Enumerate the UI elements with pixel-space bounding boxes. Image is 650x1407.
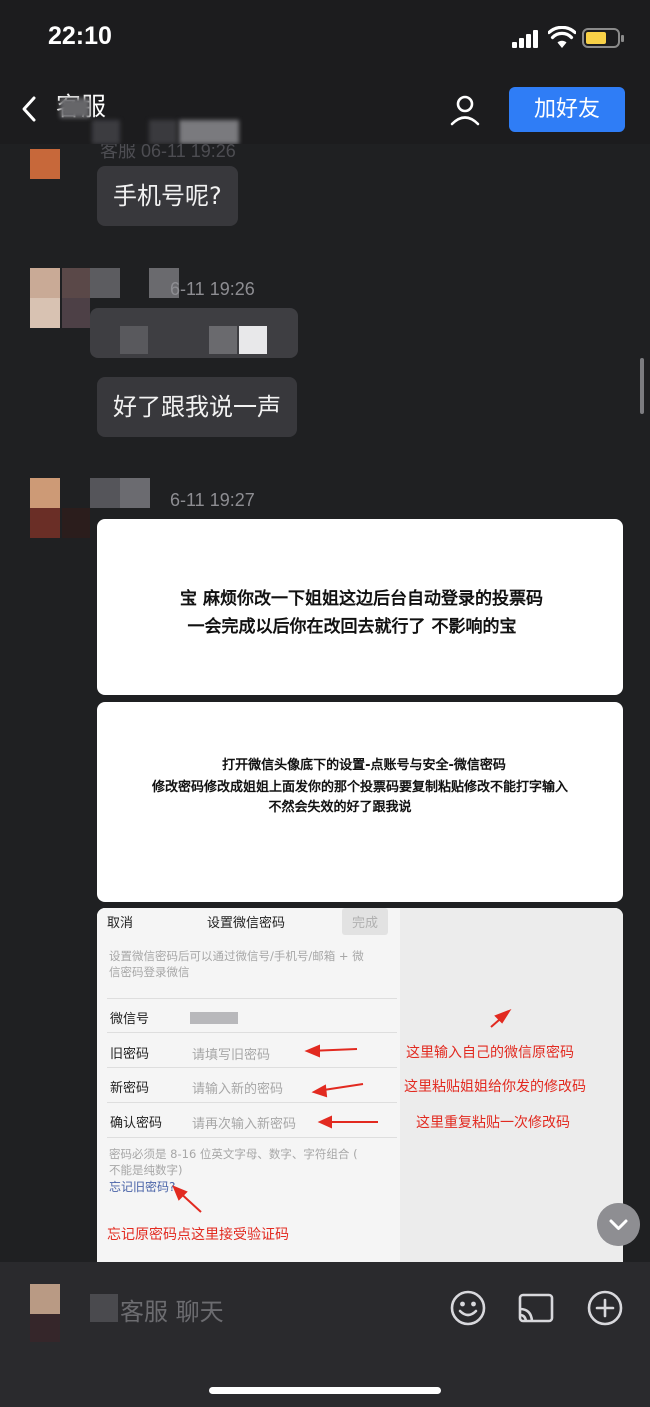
back-icon[interactable] — [18, 94, 40, 124]
avatar[interactable] — [30, 144, 60, 180]
image-message-2[interactable]: 打开微信头像底下的设置-点账号与安全-微信密码 修改密码修改成姐姐上面发你的那个… — [97, 702, 623, 902]
avatar — [30, 1314, 60, 1342]
blurred-name — [120, 478, 150, 508]
status-bar: 22:10 — [0, 0, 650, 76]
message-input-bar: 客服 聊天 — [0, 1262, 650, 1407]
message-meta: 6-11 19:27 — [170, 490, 255, 510]
blurred-name — [62, 298, 90, 328]
add-friend-button[interactable]: 加好友 — [509, 87, 625, 132]
plus-icon[interactable] — [586, 1289, 624, 1327]
nav-bar: 客服 加好友 — [0, 76, 650, 144]
home-indicator — [209, 1387, 441, 1394]
emoji-icon[interactable] — [449, 1289, 487, 1327]
battery-icon — [582, 28, 624, 48]
image-text: 一会完成以后你在改回去就行了 不影响的宝 — [187, 617, 517, 637]
image-message-3[interactable]: 取消 设置微信密码 完成 设置微信密码后可以通过微信号/手机号/邮箱 + 微 信… — [97, 908, 623, 1262]
chevron-down-icon[interactable] — [597, 1203, 640, 1246]
avatar[interactable] — [30, 268, 60, 328]
blurred-name — [60, 98, 90, 118]
screen-cast-icon[interactable] — [517, 1289, 555, 1327]
wifi-icon — [548, 26, 576, 48]
scroll-indicator[interactable] — [640, 358, 644, 414]
chat-message-list[interactable]: 客服 06-11 19:26 手机号呢? 6-11 19:26 好了跟我说一声 … — [0, 144, 650, 1262]
blurred-name — [90, 1294, 118, 1322]
message-meta: 6-11 19:26 — [170, 279, 255, 299]
image-text: 修改密码修改成姐姐上面发你的那个投票码要复制粘贴修改不能打字输入 — [151, 780, 568, 795]
signal-icon — [512, 30, 542, 48]
blurred-name — [90, 268, 120, 298]
image-message-1[interactable]: 宝 麻烦你改一下姐姐这边后台自动登录的投票码 一会完成以后你在改回去就行了 不影… — [97, 519, 623, 695]
avatar[interactable] — [30, 478, 60, 538]
blurred-name — [62, 268, 90, 298]
blurred-name — [90, 478, 120, 508]
blurred-name — [179, 120, 239, 144]
avatar — [30, 1284, 60, 1314]
message-meta: 客服 06-11 19:26 — [100, 144, 236, 161]
profile-icon[interactable] — [448, 93, 482, 127]
status-time: 22:10 — [48, 22, 112, 50]
blurred-name — [62, 508, 90, 538]
message-bubble-redacted[interactable] — [90, 308, 298, 358]
message-bubble[interactable]: 好了跟我说一声 — [97, 377, 297, 437]
blurred-name — [92, 120, 120, 144]
message-input[interactable]: 客服 聊天 — [120, 1292, 224, 1327]
blurred-name — [149, 120, 177, 144]
red-arrow-icon — [172, 1008, 512, 1213]
image-text: 不然会失效的好了跟我说 — [268, 800, 412, 815]
image-text: 打开微信头像底下的设置-点账号与安全-微信密码 — [222, 758, 506, 773]
message-bubble[interactable]: 手机号呢? — [97, 166, 238, 226]
image-text: 宝 麻烦你改一下姐姐这边后台自动登录的投票码 — [180, 589, 543, 609]
